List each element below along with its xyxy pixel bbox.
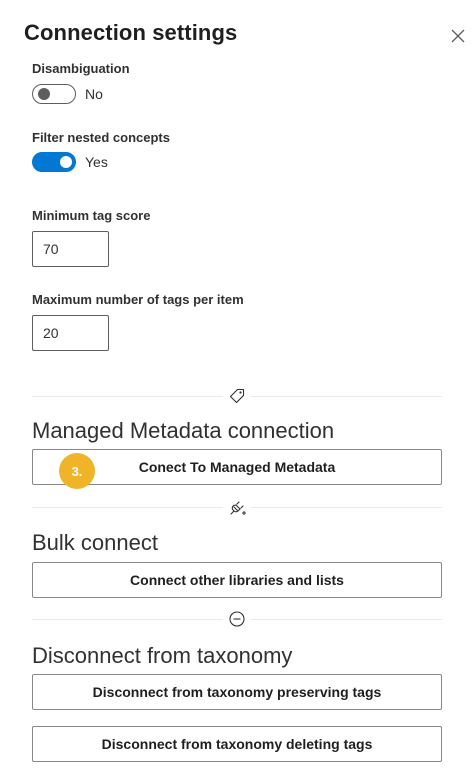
max-tags-label: Maximum number of tags per item	[32, 292, 244, 307]
disambiguation-label: Disambiguation	[32, 61, 130, 76]
max-tags-input[interactable]	[32, 315, 109, 351]
remove-circle-icon	[223, 608, 251, 630]
min-tag-score-input[interactable]	[32, 231, 109, 267]
plug-connect-icon	[223, 497, 251, 519]
disconnect-preserving-tags-button[interactable]: Disconnect from taxonomy preserving tags	[32, 674, 442, 710]
connect-other-libraries-button[interactable]: Connect other libraries and lists	[32, 562, 442, 598]
bulk-connect-heading: Bulk connect	[32, 530, 158, 555]
toggle-knob	[38, 88, 50, 100]
close-icon[interactable]	[449, 27, 467, 45]
managed-metadata-heading: Managed Metadata connection	[32, 418, 335, 443]
filter-nested-label: Filter nested concepts	[32, 130, 170, 145]
min-tag-score-label: Minimum tag score	[32, 208, 151, 223]
panel-title: Connection settings	[24, 20, 238, 45]
disambiguation-toggle[interactable]	[32, 84, 76, 104]
toggle-knob	[60, 156, 72, 168]
filter-nested-toggle[interactable]	[32, 152, 76, 172]
tag-icon	[223, 385, 251, 407]
disconnect-deleting-tags-button[interactable]: Disconnect from taxonomy deleting tags	[32, 726, 442, 762]
disconnect-heading: Disconnect from taxonomy	[32, 643, 293, 668]
disambiguation-state-text: No	[85, 86, 103, 102]
connection-settings-panel: Connection settings Disambiguation No Fi…	[0, 0, 476, 782]
step-badge: 3.	[59, 453, 95, 489]
filter-nested-state-text: Yes	[85, 154, 108, 170]
